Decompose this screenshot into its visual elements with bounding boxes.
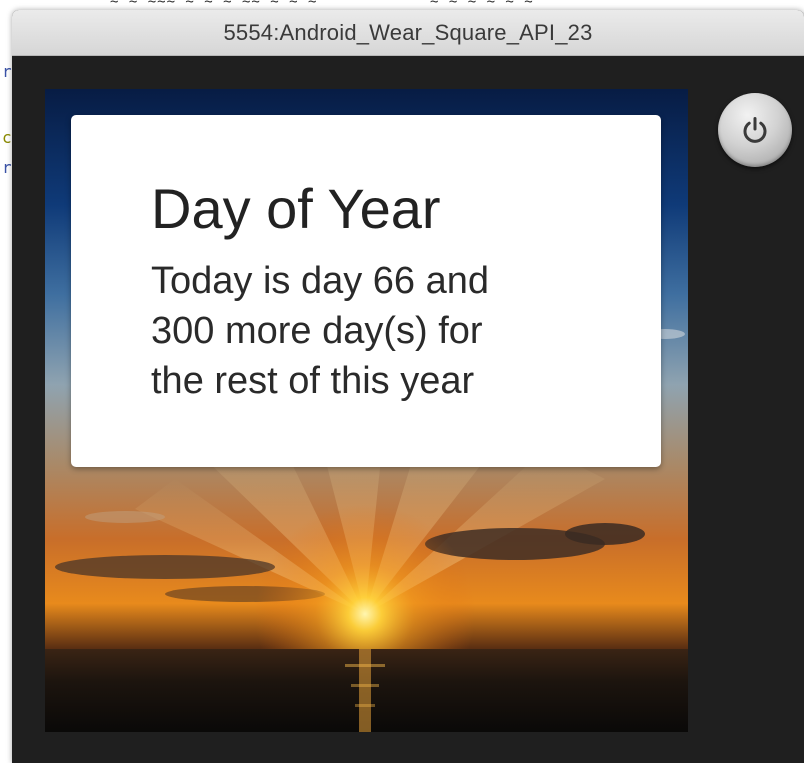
card-text-line: the rest of this year: [151, 360, 475, 402]
emulator-window: 5554:Android_Wear_Square_API_23 Day of Y…: [12, 10, 804, 763]
desktop: r ~ ~ ~~~ ~ ~ ~ ~~ ~ ~ ~ ~ ~ ~ ~ ~ ~ r c…: [0, 0, 804, 763]
emulator-titlebar[interactable]: 5554:Android_Wear_Square_API_23: [12, 10, 804, 56]
emulator-frame: Day of Year Today is day 66 and 300 more…: [12, 56, 804, 763]
ide-fragment: r: [2, 62, 12, 81]
power-icon: [743, 117, 767, 143]
watch-screen[interactable]: Day of Year Today is day 66 and 300 more…: [45, 89, 688, 732]
card-text-line: 300 more day(s) for: [151, 310, 483, 352]
ide-fragment: r: [2, 158, 12, 177]
notification-card[interactable]: Day of Year Today is day 66 and 300 more…: [71, 115, 661, 467]
ide-fragment: c: [2, 128, 12, 147]
card-title: Day of Year: [151, 177, 441, 240]
window-title: 5554:Android_Wear_Square_API_23: [223, 19, 593, 45]
card-text-line: Today is day 66 and: [151, 260, 490, 302]
power-button[interactable]: [718, 93, 792, 167]
